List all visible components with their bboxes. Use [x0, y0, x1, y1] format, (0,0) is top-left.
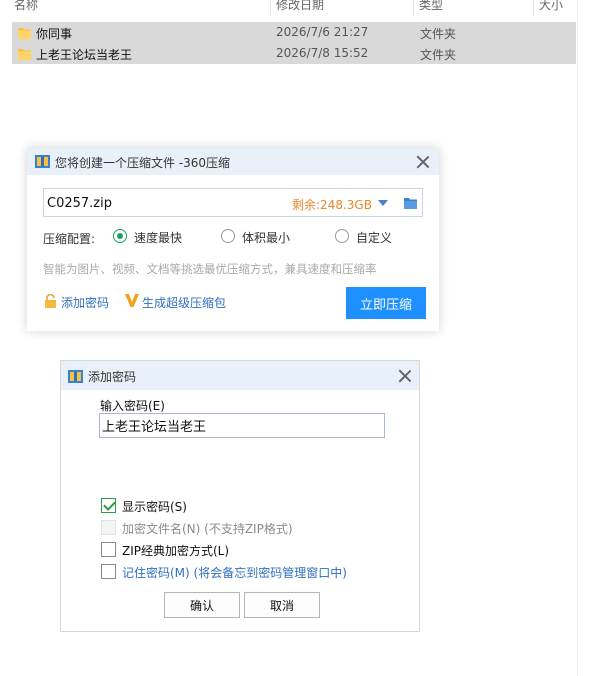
archive-app-icon — [68, 370, 83, 383]
file-date: 2026/7/6 21:27 — [276, 25, 369, 39]
file-name: 你同事 — [36, 27, 73, 41]
checkbox-label[interactable]: 记住密码(M) (将会备忘到密码管理窗口中) — [122, 564, 347, 581]
column-size[interactable]: 大小 — [539, 0, 563, 13]
column-name[interactable]: 名称 — [14, 0, 38, 13]
free-space-label: 剩余:248.3GB — [292, 198, 372, 212]
super-pack-label[interactable]: 生成超级压缩包 — [142, 294, 226, 311]
file-type: 文件夹 — [420, 27, 457, 41]
radio-circle[interactable] — [335, 229, 349, 243]
checkbox-box[interactable] — [101, 564, 116, 579]
checkbox-box — [101, 520, 116, 535]
password-input-label: 输入密码(E) — [100, 399, 165, 413]
password-input[interactable] — [99, 413, 385, 438]
archive-filename[interactable]: C0257.zip — [47, 196, 112, 211]
compress-now-button[interactable]: 立即压缩 — [346, 287, 426, 319]
chevron-down-icon[interactable] — [378, 200, 388, 206]
checkbox-box[interactable] — [101, 542, 116, 557]
file-type: 文件夹 — [420, 48, 457, 62]
close-icon[interactable] — [416, 155, 430, 169]
radio-circle[interactable] — [221, 229, 235, 243]
column-type[interactable]: 类型 — [419, 0, 443, 13]
checkbox-label: 显示密码(S) — [122, 500, 187, 514]
checkbox-label: ZIP经典加密方式(L) — [122, 544, 230, 558]
compress-dialog-title: 您将创建一个压缩文件 -360压缩 — [55, 156, 231, 170]
archive-name-field[interactable]: C0257.zip 剩余:248.3GB — [43, 188, 423, 217]
add-password-label[interactable]: 添加密码 — [61, 294, 109, 311]
folder-icon — [18, 49, 31, 60]
archive-app-icon — [35, 155, 50, 168]
confirm-button[interactable]: 确认 — [164, 592, 240, 618]
compress-dialog-titlebar[interactable]: 您将创建一个压缩文件 -360压缩 — [27, 148, 439, 175]
column-modified[interactable]: 修改日期 — [276, 0, 324, 13]
compress-config-label: 压缩配置: — [43, 232, 96, 246]
column-header: 名称 修改日期 类型 大小 — [0, 0, 590, 16]
radio-label: 自定义 — [356, 231, 393, 245]
file-row[interactable]: 上老王论坛当老王 2026/7/8 15:52 文件夹 — [12, 43, 576, 64]
checkbox-label: 加密文件名(N) (不支持ZIP格式) — [122, 522, 293, 536]
folder-icon — [18, 28, 31, 39]
file-row[interactable]: 你同事 2026/7/6 21:27 文件夹 — [12, 22, 576, 43]
cancel-button[interactable]: 取消 — [244, 592, 320, 618]
radio-label: 体积最小 — [242, 231, 291, 245]
compress-hint-text: 智能为图片、视频、文档等挑选最优压缩方式，兼具速度和压缩率 — [43, 262, 377, 276]
close-icon[interactable] — [398, 369, 412, 383]
column-divider — [577, 0, 578, 676]
file-name: 上老王论坛当老王 — [36, 48, 133, 62]
browse-folder-icon[interactable] — [404, 197, 417, 209]
radio-circle[interactable] — [113, 229, 127, 243]
password-dialog-titlebar[interactable]: 添加密码 — [61, 361, 419, 390]
password-dialog: 添加密码 输入密码(E) 显示密码(S) 加密文件名(N) (不支持ZIP格式)… — [60, 360, 420, 632]
vip-v-icon — [125, 294, 139, 307]
compress-dialog: 您将创建一个压缩文件 -360压缩 C0257.zip 剩余:248.3GB 压… — [27, 148, 439, 331]
lock-icon — [45, 294, 56, 308]
password-dialog-title: 添加密码 — [88, 370, 137, 384]
file-date: 2026/7/8 15:52 — [276, 46, 369, 60]
checkbox-box[interactable] — [101, 498, 116, 513]
radio-label: 速度最快 — [134, 231, 183, 245]
